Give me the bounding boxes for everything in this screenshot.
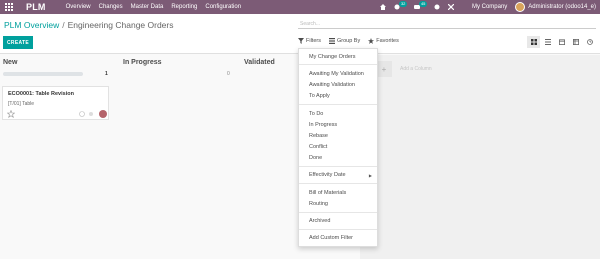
- page-title: Engineering Change Orders: [67, 20, 174, 30]
- user-avatar[interactable]: [515, 2, 526, 12]
- column-title: Validated: [244, 59, 275, 66]
- activity-badge: 45: [418, 1, 428, 7]
- filter-archived[interactable]: Archived: [309, 218, 330, 224]
- user-menu[interactable]: Administrator (odoo14_e): [528, 4, 596, 10]
- breadcrumb-plm-overview[interactable]: PLM Overview: [4, 20, 59, 30]
- activity-icon[interactable]: 45: [413, 1, 428, 10]
- breadcrumb-separator: /: [62, 20, 65, 30]
- column-title: New: [3, 59, 18, 66]
- dropdown-divider: [299, 212, 377, 213]
- user-avatar: [99, 110, 107, 118]
- pivot-view-icon[interactable]: [569, 36, 582, 48]
- menu-overview[interactable]: Overview: [66, 4, 91, 10]
- kanban-card[interactable]: ECO0001: Table Revision [T/01] Table: [2, 86, 109, 120]
- column-progress-bar[interactable]: [3, 72, 83, 76]
- kanban-view-icon[interactable]: [527, 36, 540, 48]
- add-column-area: [360, 55, 600, 259]
- breadcrumb: PLM Overview / Engineering Change Orders: [4, 20, 173, 30]
- kanban-state-dot[interactable]: [89, 112, 93, 116]
- create-button[interactable]: CREATE: [3, 36, 33, 49]
- app-brand[interactable]: PLM: [26, 2, 46, 12]
- favorites-button[interactable]: Favorites: [368, 38, 399, 44]
- filter-my-change-orders[interactable]: My Change Orders: [309, 54, 355, 60]
- activity-clock-icon[interactable]: [79, 111, 85, 117]
- kanban-column-new: New 1 ECO0001: Table Revision [T/01] Tab…: [0, 55, 112, 259]
- dropdown-divider: [299, 183, 377, 184]
- chat-icon[interactable]: 32: [394, 1, 408, 10]
- chat-badge: 32: [398, 1, 408, 7]
- group-by-label: Group By: [336, 38, 361, 44]
- navbar-systray: 32 45 My Company Administrator (odoo14_e…: [376, 0, 600, 14]
- kanban-column-in-progress: In Progress 0: [121, 55, 236, 259]
- column-title: In Progress: [123, 59, 162, 66]
- dropdown-divider: [299, 229, 377, 230]
- search-options: Filters Group By Favorites: [298, 38, 407, 44]
- calendar-view-icon[interactable]: [555, 36, 568, 48]
- menu-reporting[interactable]: Reporting: [171, 4, 197, 10]
- filter-awaiting-validation[interactable]: Awaiting Validation: [309, 82, 355, 88]
- group-by-button[interactable]: Group By: [328, 38, 361, 44]
- card-title: ECO0001: Table Revision: [8, 91, 74, 97]
- home-icon[interactable]: [379, 4, 386, 10]
- menu-changes[interactable]: Changes: [99, 4, 123, 10]
- caret-right-icon: ▶: [368, 173, 372, 178]
- filter-routing[interactable]: Routing: [309, 201, 328, 207]
- filter-done[interactable]: Done: [309, 155, 322, 161]
- group-by-icon: [328, 38, 335, 44]
- plus-icon: +: [376, 61, 392, 77]
- dropdown-divider: [299, 104, 377, 105]
- add-column-label: Add a Column: [400, 66, 432, 72]
- filters-dropdown: My Change Orders Awaiting My Validation …: [298, 48, 378, 247]
- apps-grid-icon[interactable]: [0, 0, 18, 14]
- menu-master-data[interactable]: Master Data: [131, 4, 164, 10]
- star-icon: [368, 38, 375, 44]
- add-column-button[interactable]: + Add a Column: [376, 61, 432, 77]
- filter-rebase[interactable]: Rebase: [309, 133, 328, 139]
- list-view-icon[interactable]: [541, 36, 554, 48]
- column-count: 1: [105, 71, 108, 77]
- filters-label: Filters: [306, 38, 321, 44]
- filter-awaiting-my-validation[interactable]: Awaiting My Validation: [309, 71, 364, 77]
- top-navbar: PLM Overview Changes Master Data Reporti…: [0, 0, 600, 14]
- company-switcher[interactable]: My Company: [472, 4, 507, 10]
- column-count: 0: [227, 71, 230, 77]
- filter-icon: [298, 38, 304, 44]
- menu-configuration[interactable]: Configuration: [205, 4, 241, 10]
- support-icon[interactable]: [434, 4, 440, 10]
- add-custom-filter[interactable]: Add Custom Filter: [309, 235, 353, 241]
- filter-to-apply[interactable]: To Apply: [309, 93, 330, 99]
- filters-button[interactable]: Filters: [298, 38, 321, 44]
- filter-conflict[interactable]: Conflict: [309, 144, 327, 150]
- dropdown-divider: [299, 166, 377, 167]
- favorites-label: Favorites: [376, 38, 399, 44]
- activity-view-icon[interactable]: [583, 36, 596, 48]
- filter-bill-of-materials[interactable]: Bill of Materials: [309, 190, 346, 196]
- card-product: [T/01] Table: [8, 101, 35, 107]
- search-input[interactable]: Search...: [298, 19, 596, 29]
- filter-effectivity-date[interactable]: Effectivity Date: [309, 172, 346, 178]
- dropdown-divider: [299, 64, 377, 65]
- debug-icon[interactable]: [447, 4, 454, 10]
- filter-in-progress[interactable]: In Progress: [309, 122, 337, 128]
- filter-to-do[interactable]: To Do: [309, 111, 323, 117]
- priority-star-icon[interactable]: [7, 110, 15, 118]
- view-switcher: [526, 36, 596, 48]
